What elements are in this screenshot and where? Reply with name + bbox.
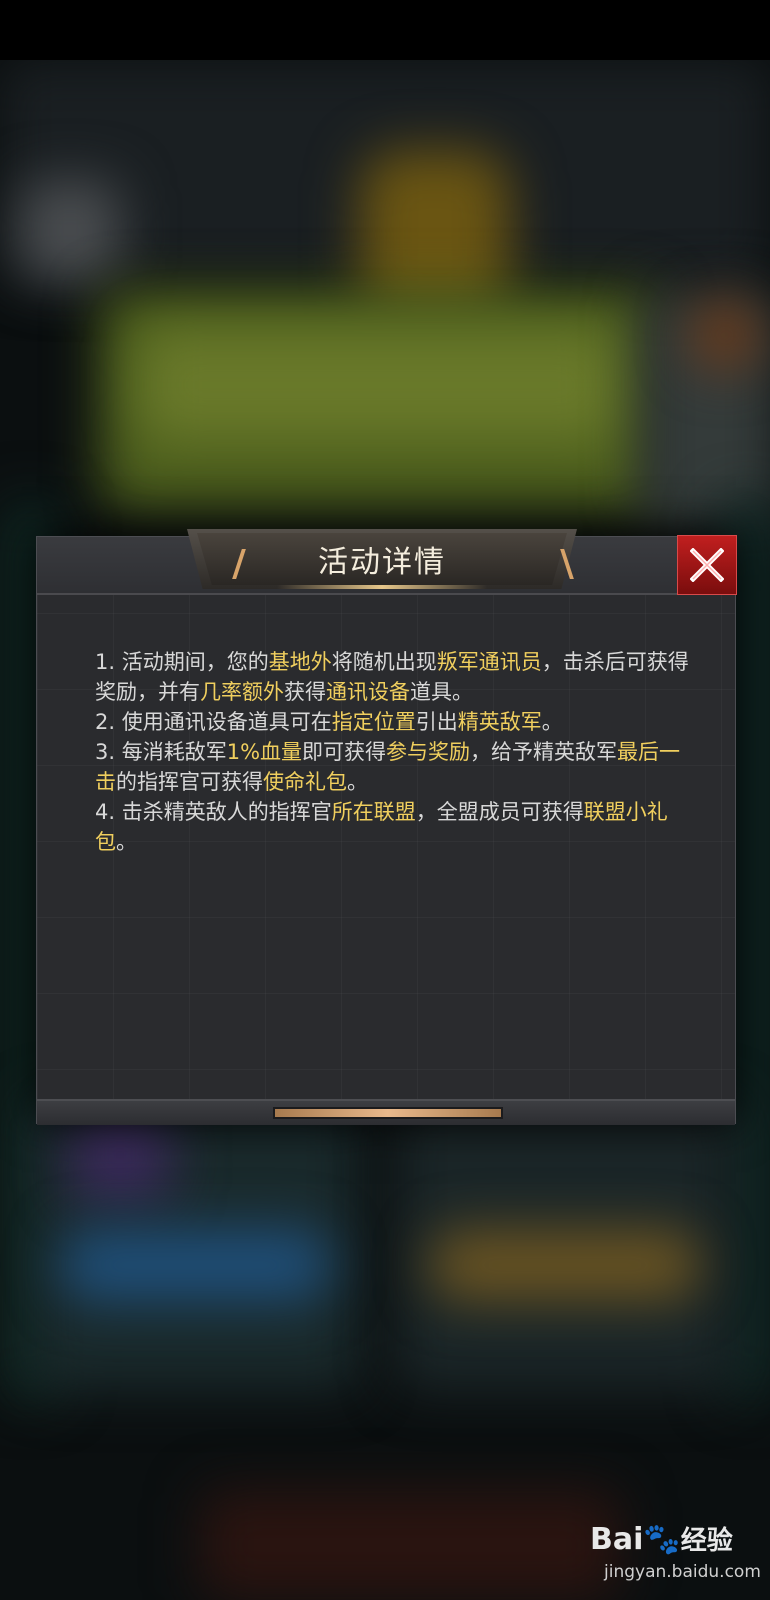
highlight-text: 叛军通讯员 (436, 650, 542, 674)
close-icon (690, 548, 724, 582)
rule-text: 即可获得 (302, 740, 387, 764)
rule-text: ，全盟成员可获得 (415, 800, 584, 824)
highlight-text: 所在联盟 (331, 800, 416, 824)
rule-text: 。 (116, 830, 137, 854)
highlight-text: 几率额外 (200, 680, 284, 704)
highlight-text: 精英敌军 (457, 710, 542, 734)
watermark-cn-text: 经验 (680, 1526, 733, 1556)
rule-item: 2. 使用通讯设备道具可在指定位置引出精英敌军。 (95, 707, 695, 737)
paw-icon: 🐾 (643, 1522, 681, 1557)
rule-text: 。 (541, 710, 563, 734)
highlight-text: 1%血量 (226, 740, 303, 764)
rule-item: 3. 每消耗敌军1%血量即可获得参与奖励，给予精英敌军最后一击的指挥官可获得使命… (95, 737, 695, 797)
highlight-text: 参与奖励 (386, 740, 471, 764)
baidu-jingyan-watermark: Bai🐾经验 (590, 1520, 733, 1557)
dialog-title: 活动详情 (318, 545, 446, 580)
rule-text: 的指挥官可获得 (116, 770, 263, 794)
close-button[interactable] (677, 535, 737, 595)
rule-text: 2. 使用通讯设备道具可在 (95, 710, 332, 734)
rule-item: 1. 活动期间，您的基地外将随机出现叛军通讯员，击杀后可获得奖励，并有几率额外获… (95, 647, 695, 707)
rule-text: 将随机出现 (331, 650, 437, 674)
rule-text: 1. 活动期间，您的 (95, 650, 269, 674)
highlight-text: 基地外 (268, 650, 332, 674)
rule-text: ，给予精英敌军 (470, 740, 618, 764)
rules-text: 1. 活动期间，您的基地外将随机出现叛军通讯员，击杀后可获得奖励，并有几率额外获… (95, 647, 695, 857)
footer-ornament (273, 1107, 503, 1119)
highlight-text: 通讯设备 (326, 680, 410, 704)
rule-text: 。 (347, 770, 368, 794)
highlight-text: 使命礼包 (263, 770, 347, 794)
rule-text: 3. 每消耗敌军 (95, 740, 227, 764)
status-bar (0, 0, 770, 60)
watermark-url: jingyan.baidu.com (604, 1562, 761, 1582)
rule-item: 4. 击杀精英敌人的指挥官所在联盟，全盟成员可获得联盟小礼包。 (95, 797, 695, 857)
rule-text: 引出 (415, 710, 458, 734)
activity-details-dialog: 活动详情 1. 活动期间，您的基地外将随机出现叛军通讯员，击杀后可获得奖励，并有… (36, 529, 737, 1125)
rule-text: 获得 (284, 680, 326, 704)
rule-text: 4. 击杀精英敌人的指挥官 (95, 800, 332, 824)
rule-text: 道具。 (410, 680, 473, 704)
dialog-header: 活动详情 (37, 529, 737, 595)
watermark-logo-text: Bai (590, 1522, 644, 1557)
dialog-footer (37, 1099, 735, 1125)
highlight-text: 指定位置 (331, 710, 416, 734)
